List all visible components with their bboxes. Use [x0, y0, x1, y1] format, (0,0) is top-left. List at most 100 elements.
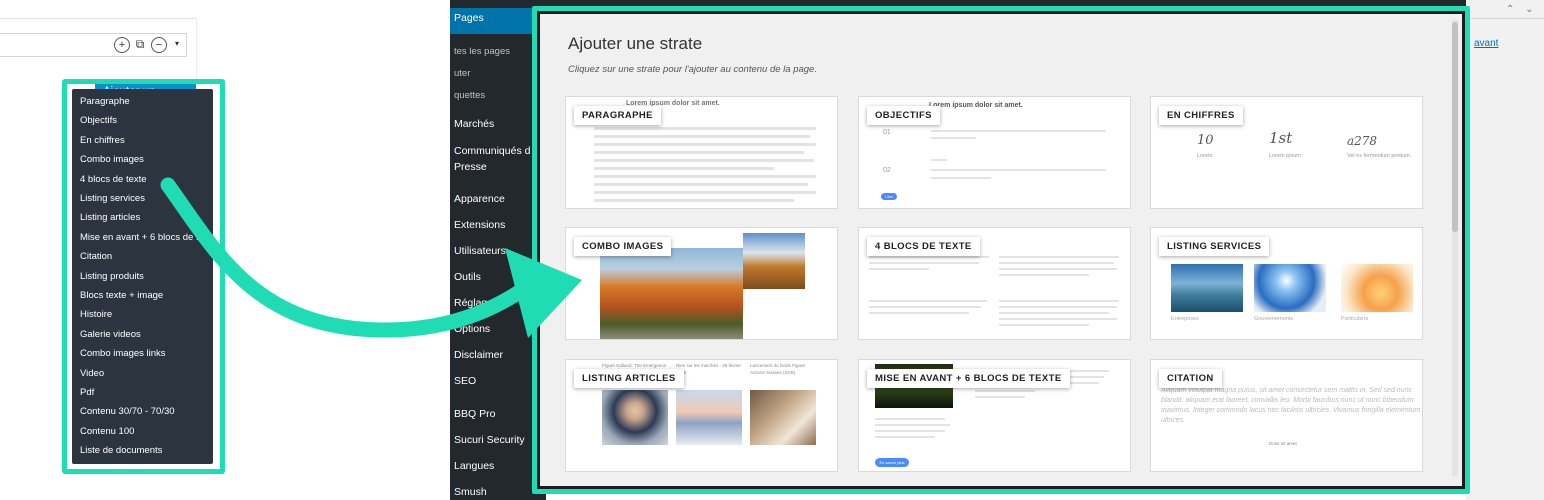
service-image — [1341, 264, 1413, 312]
preview-line — [999, 274, 1089, 276]
card-mise-en-avant[interactable]: MISE EN AVANT + 6 BLOCS DE TEXTE En savo… — [858, 359, 1131, 472]
preview-line — [875, 418, 945, 420]
preview-line — [869, 256, 989, 258]
preview-line — [999, 268, 1117, 270]
preview-line — [999, 300, 1119, 302]
sidebar-item[interactable]: Sucuri Security — [454, 434, 525, 446]
preview-line — [594, 127, 816, 130]
sidebar-item[interactable]: Disclaimer — [454, 349, 503, 361]
sidebar-item[interactable]: Pages — [454, 12, 484, 24]
preview-line — [594, 191, 816, 194]
sidebar-item[interactable]: Apparence — [454, 193, 505, 205]
card-label: OBJECTIFS — [867, 106, 940, 125]
sidebar-item[interactable]: BBQ Pro — [454, 408, 495, 420]
card-label: PARAGRAPHE — [574, 106, 661, 125]
service-image — [1254, 264, 1326, 312]
preview-line — [931, 169, 1106, 171]
article-image — [750, 390, 816, 445]
sidebar-item[interactable]: Extensions — [454, 219, 505, 231]
preview-line — [869, 306, 981, 308]
module-option[interactable]: Contenu 30/70 - 70/30 — [80, 406, 213, 417]
sidebar-item[interactable]: Communiqués d — [454, 145, 530, 157]
landscape-image — [600, 248, 743, 339]
quote-author: Dolor sit amet — [1269, 441, 1297, 446]
preview-line — [594, 159, 814, 162]
module-option[interactable]: En chiffres — [80, 135, 213, 146]
sidebar-item[interactable]: Outils — [454, 271, 481, 283]
article-image — [602, 390, 668, 445]
preview-line — [999, 262, 1114, 264]
card-4-blocs-de-texte[interactable]: 4 BLOCS DE TEXTE — [858, 227, 1131, 340]
preview-line — [594, 175, 816, 178]
module-option[interactable]: Blocs texte + image — [80, 290, 213, 301]
module-option[interactable]: Paragraphe — [80, 96, 213, 107]
landscape-image — [743, 233, 805, 289]
figure-value: a278 — [1347, 134, 1378, 148]
module-option[interactable]: Video — [80, 368, 213, 379]
sidebar-item[interactable]: Smush — [454, 486, 487, 498]
quote-text: Aliquam volutpat magna purus, sit amet c… — [1161, 387, 1421, 424]
preview-line — [594, 135, 810, 138]
module-option[interactable]: Mise en avant + 6 blocs de t — [80, 232, 213, 243]
card-label: 4 BLOCS DE TEXTE — [867, 237, 980, 256]
module-option[interactable]: Liste de documents — [80, 445, 213, 456]
module-option[interactable]: Galerie videos — [80, 329, 213, 340]
service-caption: Entreprises — [1171, 316, 1199, 322]
module-option[interactable]: Listing articles — [80, 212, 213, 223]
preview-line — [999, 306, 1117, 308]
sidebar-item[interactable]: Réglage — [454, 297, 493, 309]
caret-down-icon[interactable]: ▾ — [170, 37, 184, 51]
preview-line — [594, 167, 774, 170]
card-en-chiffres[interactable]: EN CHIFFRES 10 1st a278 Lorem Lorem ipsu… — [1150, 96, 1423, 209]
sidebar-item[interactable]: tes les pages — [454, 46, 510, 57]
sidebar-item[interactable]: Presse — [454, 161, 487, 173]
figure-value: 1st — [1269, 129, 1293, 147]
modal-title: Ajouter une strate — [568, 34, 703, 53]
module-option[interactable]: Objectifs — [80, 115, 213, 126]
preview-line — [594, 151, 804, 154]
card-citation[interactable]: CITATION Aliquam volutpat magna purus, s… — [1150, 359, 1423, 472]
module-option[interactable]: Citation — [80, 251, 213, 262]
sidebar-item[interactable]: Marchés — [454, 118, 494, 130]
sidebar-item[interactable]: uter — [454, 68, 470, 79]
preview-title: Lorem ipsum dolor sit amet. — [929, 102, 1023, 109]
sidebar-item[interactable]: Langues — [454, 460, 494, 472]
preview-line — [869, 300, 987, 302]
sidebar-item[interactable]: Options — [454, 323, 490, 335]
card-label: LISTING SERVICES — [1159, 237, 1270, 256]
module-option[interactable]: Combo images links — [80, 348, 213, 359]
preview-line — [999, 256, 1119, 258]
card-label: EN CHIFFRES — [1159, 106, 1243, 125]
modal-scrollbar-thumb[interactable] — [1452, 22, 1458, 232]
module-option[interactable]: Listing produits — [80, 271, 213, 282]
module-option[interactable]: Pdf — [80, 387, 213, 398]
preview-line — [869, 262, 979, 264]
preview-line — [999, 318, 1117, 320]
copy-icon[interactable]: ⧉ — [133, 37, 147, 51]
panel-toggle-icons[interactable]: ⌃ ⌄ — [1506, 4, 1538, 15]
preview-line — [875, 424, 950, 426]
minus-icon[interactable]: − — [151, 37, 167, 53]
background-link[interactable]: avant — [1474, 38, 1498, 49]
article-title: Rien sur les marchés - 28 février 2022 — [676, 363, 742, 375]
sidebar-item[interactable]: Utilisateurs — [454, 245, 506, 257]
article-title: Lancement du fonds Piguet Actions Suisse… — [750, 363, 805, 375]
preview-line — [594, 199, 794, 202]
preview-line — [869, 312, 969, 314]
sidebar-item[interactable]: SEO — [454, 375, 476, 387]
card-listing-articles[interactable]: LISTING ARTICLES Piguet Galland: The Eme… — [565, 359, 838, 472]
card-paragraphe[interactable]: PARAGRAPHE Lorem ipsum dolor sit amet. — [565, 96, 838, 209]
module-option[interactable]: Contenu 100 — [80, 426, 213, 437]
plus-icon[interactable]: + — [114, 37, 130, 53]
module-option[interactable]: 4 blocs de texte — [80, 174, 213, 185]
figure-caption: Lorem — [1197, 153, 1213, 159]
module-dropdown: Paragraphe Objectifs En chiffres Combo imag… — [72, 89, 213, 464]
sidebar-item[interactable]: quettes — [454, 90, 485, 101]
card-listing-services[interactable]: LISTING SERVICES Entreprises Gouvernemen… — [1150, 227, 1423, 340]
module-option[interactable]: Combo images — [80, 154, 213, 165]
module-option[interactable]: Histoire — [80, 309, 213, 320]
card-combo-images[interactable]: COMBO IMAGES — [565, 227, 838, 340]
module-option[interactable]: Listing services — [80, 193, 213, 204]
card-objectifs[interactable]: OBJECTIFS Lorem ipsum dolor sit amet. 01… — [858, 96, 1131, 209]
preview-line — [931, 177, 991, 179]
